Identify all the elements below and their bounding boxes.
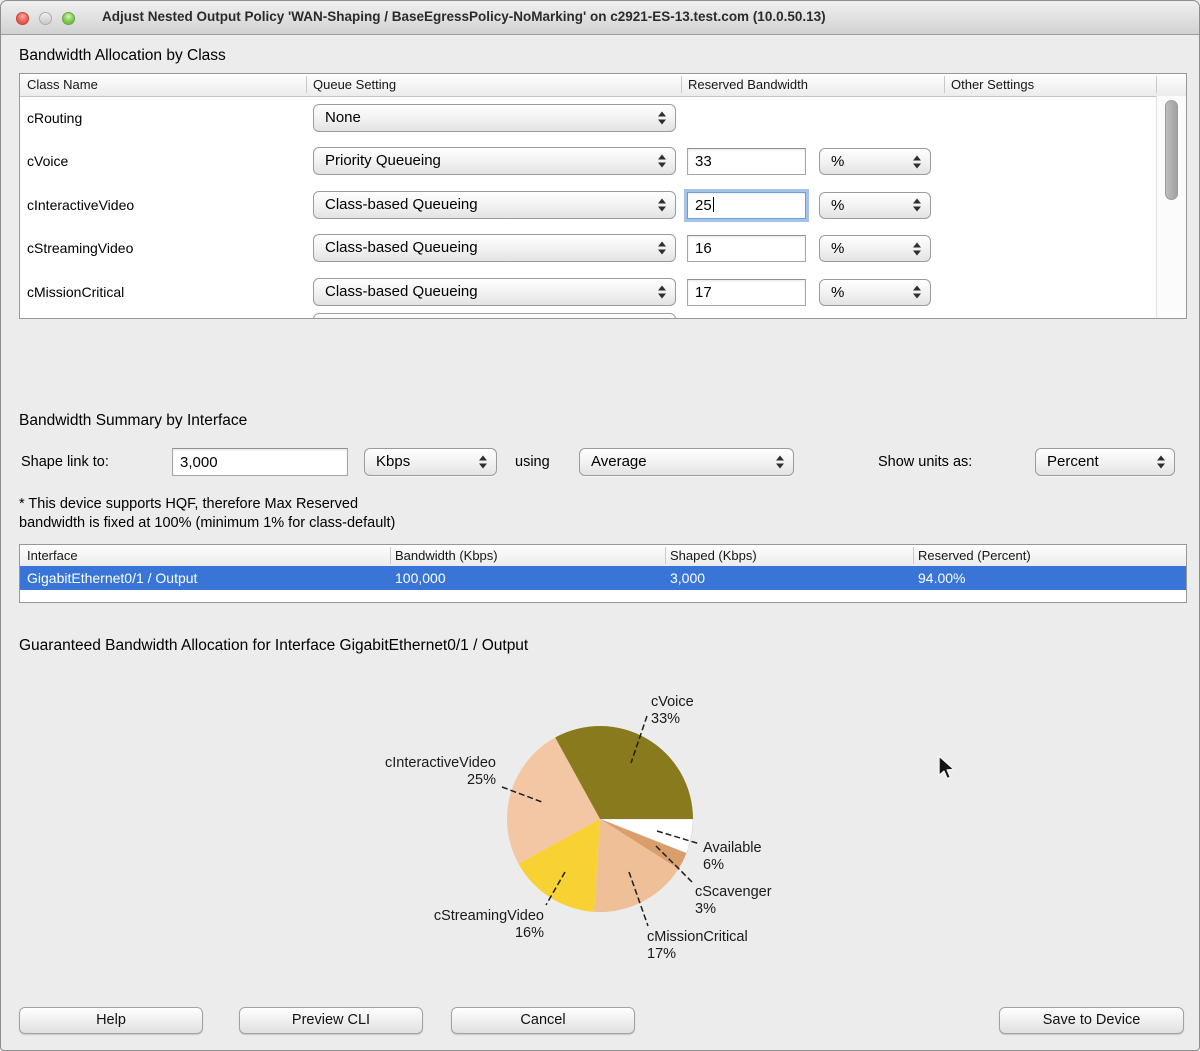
pie-slice-Available: [600, 819, 693, 853]
close-icon[interactable]: [16, 12, 29, 25]
save-to-device-button[interactable]: Save to Device: [999, 1007, 1184, 1034]
interface-cell: GigabitEthernet0/1 / Output: [27, 566, 197, 590]
queue-setting-select[interactable]: Class-based Queueing: [313, 191, 676, 219]
vertical-scrollbar[interactable]: [1156, 96, 1186, 318]
pie-slice-cStreamingVideo: [519, 819, 600, 912]
help-button[interactable]: Help: [19, 1007, 203, 1034]
using-label: using: [515, 447, 550, 477]
unit-select[interactable]: %: [819, 235, 931, 262]
class-name-label: cStreamingVideo: [27, 234, 133, 262]
minimize-icon[interactable]: [39, 12, 52, 25]
hqf-note-line1: * This device supports HQF, therefore Ma…: [19, 496, 358, 512]
class-section-heading: Bandwidth Allocation by Class: [19, 47, 226, 65]
dialog-window: Adjust Nested Output Policy 'WAN-Shaping…: [0, 0, 1200, 1051]
pie-label-cVoice: cVoice 33%: [651, 694, 694, 728]
pie-leader-line-cMissionCritical: [629, 872, 648, 926]
pie-label-cScavenger: cScavenger 3%: [695, 884, 772, 918]
pie-slice-cScavenger: [600, 819, 686, 869]
up-down-arrows-icon: [658, 198, 666, 211]
reserved-bandwidth-input[interactable]: 33: [687, 148, 806, 175]
queue-setting-select[interactable]: Class-based Queueing: [313, 234, 676, 262]
interface-table-header: Interface Bandwidth (Kbps) Shaped (Kbps)…: [20, 545, 1186, 567]
up-down-arrows-icon: [479, 456, 487, 469]
units-display-select[interactable]: Percent: [1035, 448, 1175, 476]
interface-summary-table: Interface Bandwidth (Kbps) Shaped (Kbps)…: [19, 544, 1187, 603]
pie-slice-cMissionCritical: [594, 819, 678, 912]
col-reserved-bandwidth[interactable]: Reserved Bandwidth: [688, 74, 808, 95]
class-table-header: Class Name Queue Setting Reserved Bandwi…: [20, 74, 1186, 97]
col-shaped[interactable]: Shaped (Kbps): [670, 545, 757, 566]
unit-select[interactable]: %: [819, 192, 931, 219]
col-class-name[interactable]: Class Name: [27, 74, 98, 95]
preview-cli-button[interactable]: Preview CLI: [239, 1007, 423, 1034]
mouse-cursor-icon: [937, 755, 959, 783]
queue-setting-select[interactable]: Class-based Queueing: [313, 278, 676, 306]
queue-setting-select[interactable]: Priority Queueing: [313, 147, 676, 175]
up-down-arrows-icon: [776, 456, 784, 469]
reserved-bandwidth-input[interactable]: 17: [687, 279, 806, 306]
pie-leader-line-Available: [657, 831, 700, 844]
pie-label-cStreamingVideo: cStreamingVideo 16%: [434, 908, 544, 942]
text-caret: [713, 197, 715, 212]
shaping-method-select[interactable]: Average: [579, 448, 794, 476]
zoom-icon[interactable]: [62, 12, 75, 25]
up-down-arrows-icon: [658, 155, 666, 168]
up-down-arrows-icon: [913, 155, 921, 168]
class-name-label: cRouting: [27, 104, 82, 132]
pie-label-Available: Available 6%: [703, 840, 762, 874]
cancel-button[interactable]: Cancel: [451, 1007, 635, 1034]
up-down-arrows-icon: [913, 199, 921, 212]
chart-heading: Guaranteed Bandwidth Allocation for Inte…: [19, 637, 528, 655]
table-row: cVoice Priority Queueing 33 %: [20, 147, 1157, 175]
hqf-note-line2: bandwidth is fixed at 100% (minimum 1% f…: [19, 515, 395, 531]
shape-unit-select[interactable]: Kbps: [364, 448, 497, 476]
bandwidth-cell: 100,000: [395, 566, 446, 590]
selected-interface-row[interactable]: GigabitEthernet0/1 / Output 100,000 3,00…: [20, 566, 1186, 590]
reserved-bandwidth-input-focused[interactable]: 25: [687, 192, 806, 219]
class-name-label: cInteractiveVideo: [27, 191, 134, 219]
window-title: Adjust Nested Output Policy 'WAN-Shaping…: [102, 1, 826, 33]
shape-link-input[interactable]: 3,000: [172, 448, 348, 476]
table-row: cStreamingVideo Class-based Queueing 16 …: [20, 234, 1157, 262]
pie-label-cInteractiveVideo: cInteractiveVideo 25%: [385, 755, 496, 789]
unit-select[interactable]: %: [819, 279, 931, 306]
shape-link-label: Shape link to:: [21, 447, 109, 477]
pie-leader-line-cInteractiveVideo: [502, 787, 542, 802]
up-down-arrows-icon: [658, 242, 666, 255]
table-row: cInteractiveVideo Class-based Queueing 2…: [20, 191, 1157, 219]
col-queue-setting[interactable]: Queue Setting: [313, 74, 396, 95]
pie-slice-cInteractiveVideo: [507, 738, 600, 864]
col-reserved[interactable]: Reserved (Percent): [918, 545, 1031, 566]
col-bandwidth[interactable]: Bandwidth (Kbps): [395, 545, 498, 566]
pie-leader-line-cScavenger: [656, 846, 692, 882]
table-row: cMissionCritical Class-based Queueing 17…: [20, 278, 1157, 306]
pie-label-cMissionCritical: cMissionCritical 17%: [647, 929, 748, 963]
class-name-label: cVoice: [27, 147, 68, 175]
up-down-arrows-icon: [658, 112, 666, 125]
summary-section-heading: Bandwidth Summary by Interface: [19, 412, 247, 430]
show-units-label: Show units as:: [878, 447, 972, 477]
up-down-arrows-icon: [913, 286, 921, 299]
pie-leader-line-cVoice: [631, 716, 647, 763]
class-name-label: cMissionCritical: [27, 278, 124, 306]
up-down-arrows-icon: [658, 285, 666, 298]
pie-slice-cVoice: [555, 726, 693, 819]
up-down-arrows-icon: [1157, 456, 1165, 469]
shaped-cell: 3,000: [670, 566, 705, 590]
partial-next-row-select[interactable]: [313, 313, 676, 319]
table-row: cRouting None: [20, 104, 1157, 132]
pie-leader-line-cStreamingVideo: [546, 872, 565, 905]
class-allocation-table: Class Name Queue Setting Reserved Bandwi…: [19, 73, 1187, 319]
col-other-settings[interactable]: Other Settings: [951, 74, 1034, 95]
scrollbar-thumb[interactable]: [1165, 100, 1178, 200]
queue-setting-select[interactable]: None: [313, 104, 676, 132]
title-bar[interactable]: Adjust Nested Output Policy 'WAN-Shaping…: [1, 1, 1199, 35]
col-interface[interactable]: Interface: [27, 545, 78, 566]
reserved-cell: 94.00%: [918, 566, 965, 590]
unit-select[interactable]: %: [819, 148, 931, 175]
up-down-arrows-icon: [913, 242, 921, 255]
reserved-bandwidth-input[interactable]: 16: [687, 235, 806, 262]
